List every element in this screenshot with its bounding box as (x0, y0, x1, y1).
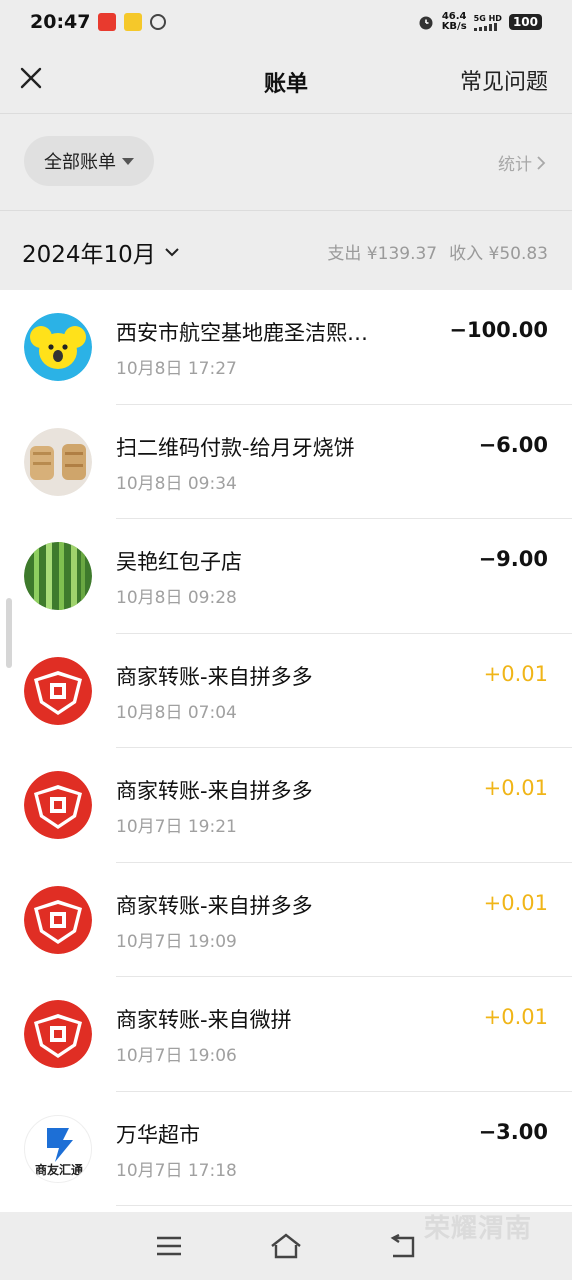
faq-link[interactable]: 常见问题 (460, 64, 548, 96)
back-button[interactable] (383, 1226, 423, 1266)
app-notification-icon (98, 13, 117, 31)
close-icon (20, 67, 42, 89)
pinduoduo-avatar (24, 771, 92, 839)
transaction-row[interactable]: 扫二维码付款-给月牙烧饼 10月8日 09:34 −6.00 (0, 405, 572, 519)
transaction-name: 西安市航空基地鹿圣洁熙… (116, 321, 368, 345)
scroll-indicator[interactable] (6, 598, 12, 668)
net-speed: 46.4 KB/s (442, 12, 467, 32)
status-time: 20:47 (30, 11, 91, 33)
month-totals: 支出 ¥139.37 收入 ¥50.83 (327, 239, 548, 264)
transaction-name: 商家转账-来自拼多多 (116, 893, 313, 918)
transaction-row[interactable]: 商家转账-来自微拼 10月7日 19:06 +0.01 (0, 977, 572, 1092)
chevron-down-icon (165, 248, 179, 257)
expense-total: 支出 ¥139.37 (327, 244, 438, 264)
transaction-row[interactable]: 商家转账-来自拼多多 10月7日 19:21 +0.01 (0, 748, 572, 863)
transaction-amount: −9.00 (478, 547, 548, 571)
row-divider (116, 1205, 572, 1206)
transaction-list: 西安市航空基地鹿圣洁熙… 10月8日 17:27 −100.00 扫二维码付款-… (0, 290, 572, 1212)
month-label: 2024年10月 (22, 242, 156, 268)
top-header: 账单 常见问题 (0, 44, 572, 114)
income-total: 收入 ¥50.83 (449, 244, 548, 264)
battery-indicator: 100 (508, 14, 542, 30)
transaction-amount: +0.01 (483, 890, 548, 915)
status-left: 20:47 (30, 11, 167, 33)
shangyou-logo-avatar: 商友汇通 (24, 1114, 92, 1183)
app-notification-icon (124, 13, 143, 31)
transaction-name: 吴艳红包子店 (116, 550, 242, 574)
bamboo-avatar (24, 542, 92, 610)
transaction-date: 10月7日 19:09 (116, 931, 237, 952)
alarm-icon (419, 16, 433, 30)
menu-icon (156, 1236, 181, 1256)
watermark: 荣耀渭南 (423, 1214, 532, 1244)
transaction-date: 10月8日 09:34 (116, 473, 237, 494)
ring-notification-icon (150, 14, 167, 30)
koala-avatar (24, 313, 92, 381)
transaction-row[interactable]: 吴艳红包子店 10月8日 09:28 −9.00 (0, 519, 572, 634)
chevron-right-icon (537, 155, 546, 170)
menu-button[interactable] (149, 1226, 189, 1266)
transaction-amount: +0.01 (483, 1005, 548, 1029)
signal-bars-icon (473, 22, 497, 31)
pinduoduo-avatar (24, 885, 92, 954)
transaction-name: 万华超市 (116, 1122, 200, 1147)
transaction-name: 商家转账-来自微拼 (116, 1008, 292, 1032)
statistics-link[interactable]: 统计 (498, 150, 546, 175)
back-icon (390, 1234, 415, 1258)
status-bar: 20:47 46.4 KB/s 5G HD 100 (0, 0, 572, 44)
transaction-date: 10月8日 17:27 (116, 359, 237, 379)
month-summary-row: 2024年10月 支出 ¥139.37 收入 ¥50.83 (0, 211, 572, 289)
network-type: 5G HD (473, 13, 502, 23)
bill-filter-label: 全部账单 (44, 152, 116, 173)
net-speed-unit: KB/s (441, 21, 467, 32)
transaction-name: 商家转账-来自拼多多 (116, 779, 313, 803)
transaction-amount: −100.00 (449, 318, 548, 342)
transaction-date: 10月7日 17:18 (116, 1160, 237, 1181)
transaction-date: 10月8日 07:04 (116, 702, 237, 723)
month-selector[interactable]: 2024年10月 (22, 235, 180, 269)
transaction-name: 商家转账-来自拼多多 (116, 664, 313, 689)
transaction-row[interactable]: 商友汇通 万华超市 10月7日 17:18 −3.00 (0, 1092, 572, 1206)
home-icon (271, 1233, 301, 1259)
transaction-amount: −6.00 (478, 432, 548, 457)
transaction-date: 10月7日 19:21 (116, 817, 237, 837)
caret-down-icon (122, 157, 134, 165)
statistics-label: 统计 (498, 155, 532, 175)
bill-filter-dropdown[interactable]: 全部账单 (24, 136, 154, 186)
transaction-date: 10月8日 09:28 (116, 588, 237, 608)
transaction-amount: +0.01 (483, 776, 548, 800)
transaction-amount: +0.01 (483, 661, 548, 686)
transaction-amount: −3.00 (478, 1119, 548, 1144)
pinduoduo-avatar (24, 1000, 92, 1068)
flatbread-avatar (24, 427, 92, 496)
close-button[interactable] (14, 61, 48, 95)
pinduoduo-avatar (24, 656, 92, 725)
transaction-date: 10月7日 19:06 (116, 1046, 237, 1066)
transaction-name: 扫二维码付款-给月牙烧饼 (116, 435, 355, 460)
logo-text: 商友汇通 (35, 1162, 83, 1177)
home-button[interactable] (266, 1226, 306, 1266)
signal-indicator: 5G HD (473, 13, 502, 31)
transaction-row[interactable]: 商家转账-来自拼多多 10月7日 19:09 +0.01 (0, 863, 572, 977)
status-right: 46.4 KB/s 5G HD 100 (417, 12, 542, 32)
transaction-row[interactable]: 商家转账-来自拼多多 10月8日 07:04 +0.01 (0, 634, 572, 748)
filter-row: 全部账单 统计 (0, 114, 572, 210)
transaction-row[interactable]: 西安市航空基地鹿圣洁熙… 10月8日 17:27 −100.00 (0, 290, 572, 405)
